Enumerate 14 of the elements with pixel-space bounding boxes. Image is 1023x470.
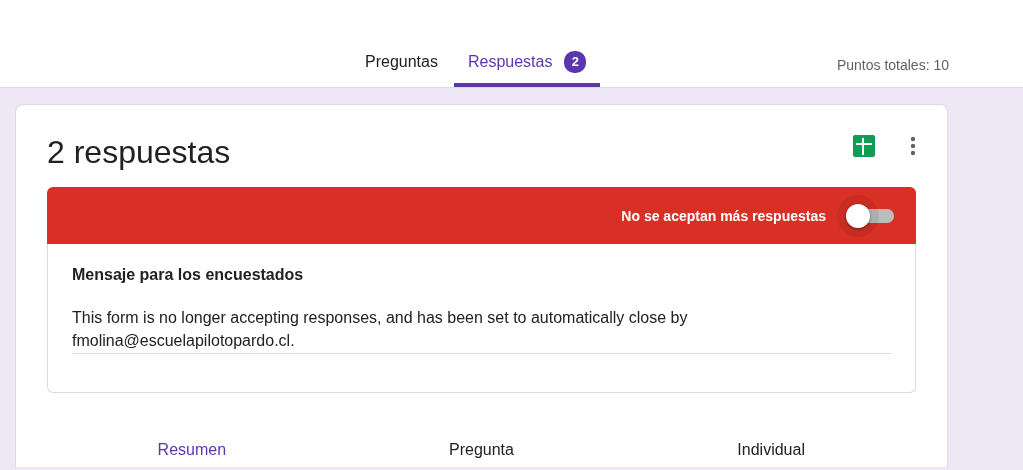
spreadsheet-icon[interactable] [852,134,876,158]
count-badge: 2 [564,50,587,73]
message-field[interactable]: This form is no longer accepting responses, and has been set to automatically close by fmolina@escuelapilotopardo.cl. [72,306,891,354]
view-tab[interactable]: Individual [729,437,813,463]
more-options-icon[interactable] [910,136,916,156]
accepting-responses-switch[interactable] [846,202,894,229]
tab[interactable]: Respuestas 2 [453,40,601,87]
total-points: Puntos totales: 10 [836,57,949,75]
view-tab[interactable]: Resumen [149,437,235,463]
banner-label: No se aceptan más respuestas [621,207,826,224]
tab[interactable]: Preguntas [351,40,452,87]
view-tab[interactable]: Pregunta [441,437,522,463]
responses-title: 2 respuestas [47,132,232,171]
message-heading: Mensaje para los encuestados [72,266,305,284]
